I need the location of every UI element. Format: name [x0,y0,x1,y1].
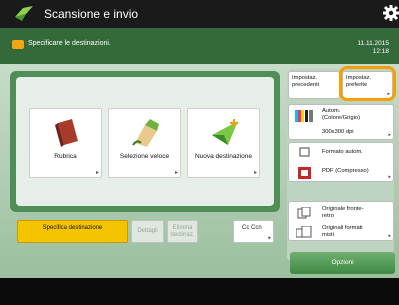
corner-arrow-icon: ▸ [388,174,391,180]
cc-bcc-label: Cc Ccn [242,225,262,231]
corner-arrow-icon: ▸ [268,235,271,241]
scan-send-icon [15,6,33,21]
corner-arrow-icon: ▸ [95,170,99,176]
pdf-icon [298,167,311,179]
corner-arrow-icon: ▸ [174,170,178,176]
new-destination-label: Nuova destinazione [194,153,253,160]
address-book-label: Rubrica [54,153,77,160]
delete-destination-button[interactable]: Elimina destinaz. [167,220,198,243]
color-resolution-button[interactable]: Autom. (Colore/Grigio) 300x300 dpi ▸ [288,104,394,140]
corner-arrow-icon: ▸ [388,233,391,239]
color-select-icon [295,110,313,122]
tab-specify-destination[interactable]: Specifica destinazione [17,220,128,243]
highlight-frame [339,66,396,101]
size-format-button[interactable]: Formato autom. PDF (Compresso) ▸ [288,142,394,182]
mixed-originals-label: Originali formati misti [322,225,363,238]
status-time: 12:18 [372,48,389,55]
new-destination-icon [212,119,238,145]
new-destination-button[interactable]: Nuova destinazione ▸ [187,108,260,178]
duplex-label: Originale fronte-retro [322,206,364,219]
options-button[interactable]: Opzioni [290,252,395,274]
gear-icon[interactable] [382,4,399,22]
details-button[interactable]: Dettagli [131,220,164,243]
status-message: Specificare le destinazioni. [28,40,111,47]
color-mode-label: Autom. (Colore/Grigio) [322,108,361,121]
message-icon [12,40,24,49]
app-title: Scansione e invio [44,7,139,21]
address-book-icon [55,119,78,147]
two-sided-icon [297,207,311,219]
resolution-label: 300x300 dpi [322,129,354,135]
bottom-bar [0,278,399,305]
one-touch-icon [132,119,159,147]
size-label: Formato autom. [322,149,363,155]
one-touch-button[interactable]: Selezione veloce ▸ [108,108,181,178]
address-book-button[interactable]: Rubrica ▸ [29,108,102,178]
one-touch-label: Selezione veloce [119,153,170,160]
duplex-mixed-button[interactable]: Originale fronte-retro Originali formati… [288,201,394,241]
file-format-label: PDF (Compresso) [322,168,369,174]
previous-settings-label: Impostaz. precedenti [292,75,320,88]
corner-arrow-icon: ▸ [253,170,257,176]
previous-settings-button[interactable]: Impostaz. precedenti [288,71,340,99]
cc-bcc-button[interactable]: Cc Ccn ▸ [233,220,274,243]
scan-size-icon [299,147,310,157]
mixed-sizes-icon [296,226,312,238]
corner-arrow-icon: ▸ [388,132,391,138]
status-date: 11.11.2015 [357,40,389,47]
